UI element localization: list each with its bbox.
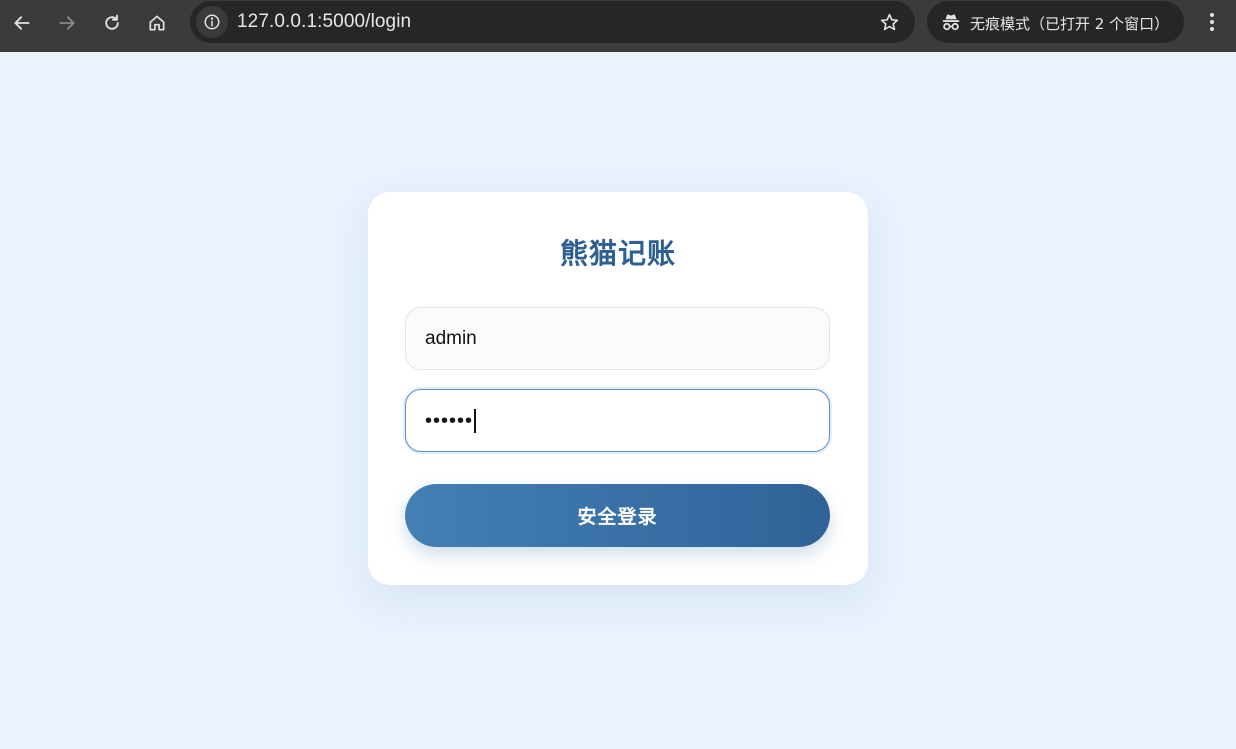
browser-menu-button[interactable] xyxy=(1197,6,1227,38)
incognito-icon xyxy=(942,14,960,31)
home-icon xyxy=(149,15,165,31)
arrow-right-icon xyxy=(59,16,75,30)
incognito-indicator[interactable]: 无痕模式（已打开 2 个窗口） xyxy=(927,1,1184,43)
star-icon xyxy=(880,13,898,30)
info-icon xyxy=(204,14,220,30)
forward-button[interactable] xyxy=(49,6,85,40)
incognito-label: 无痕模式（已打开 2 个窗口） xyxy=(970,15,1170,33)
reload-button[interactable] xyxy=(94,6,130,40)
url-text[interactable]: 127.0.0.1:5000/login xyxy=(237,11,411,33)
site-info-button[interactable] xyxy=(196,6,228,38)
text-caret xyxy=(474,408,476,433)
browser-toolbar: 127.0.0.1:5000/login 无痕模式（已打开 2 个窗口） xyxy=(0,0,1236,52)
username-input[interactable] xyxy=(405,307,830,370)
password-mask: •••••• xyxy=(425,409,474,432)
page-content: 熊猫记账 •••••• 安全登录 xyxy=(0,52,1236,749)
login-card: 熊猫记账 •••••• 安全登录 xyxy=(368,192,868,585)
arrow-left-icon xyxy=(14,16,30,30)
bookmark-button[interactable] xyxy=(877,10,901,34)
address-bar[interactable]: 127.0.0.1:5000/login xyxy=(190,1,915,43)
kebab-menu-icon xyxy=(1210,13,1214,31)
login-button[interactable]: 安全登录 xyxy=(405,484,830,547)
app-title: 熊猫记账 xyxy=(559,237,676,270)
back-button[interactable] xyxy=(4,6,40,40)
password-input[interactable]: •••••• xyxy=(405,389,830,452)
home-button[interactable] xyxy=(139,6,175,40)
reload-icon xyxy=(105,14,119,30)
